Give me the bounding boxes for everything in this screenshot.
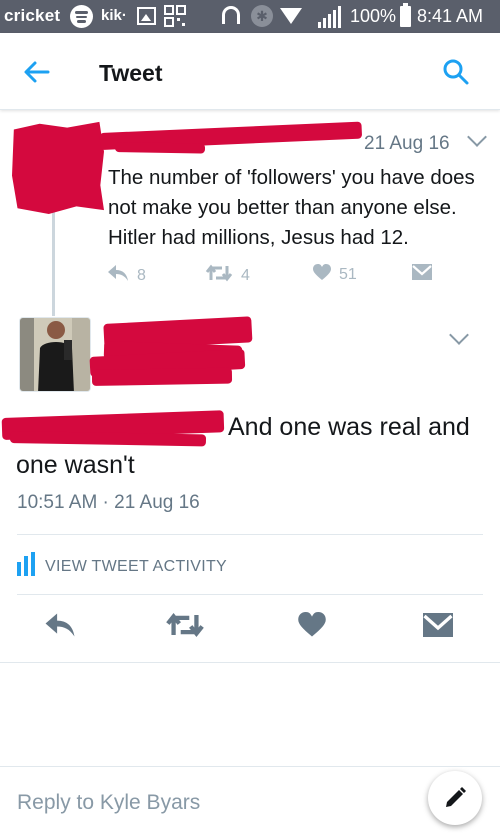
headset-icon [222,6,240,24]
pencil-icon [443,786,467,815]
redacted-handle [91,367,233,386]
divider [0,662,500,663]
bluetooth-icon: ✱ [251,5,273,27]
gallery-icon [137,7,156,25]
reply-bar: Reply to Kyle Byars [0,766,500,833]
signal-icon [318,6,346,28]
reply-count: 8 [137,266,146,284]
qr-code-icon [164,5,186,27]
reply-icon [107,264,129,287]
bar-chart-icon [17,552,37,581]
like-action[interactable]: 51 [313,264,357,286]
retweet-button[interactable] [165,612,205,643]
direct-message-button[interactable] [423,612,453,643]
activity-label: VIEW TWEET ACTIVITY [45,557,228,575]
divider [17,594,483,595]
battery-percent: 100% [350,6,397,26]
back-arrow-icon[interactable] [22,57,52,87]
tweet-date: 21 Aug 16 [364,133,450,154]
compose-button[interactable] [428,771,482,825]
avatar[interactable] [19,317,91,392]
tweet-text-content: And one was real and one wasn't [16,413,470,479]
carrier-label: cricket [4,6,61,25]
tweet-text: The number of 'followers' you have does … [108,166,475,249]
page-title: Tweet [99,60,163,86]
direct-message-action[interactable] [412,264,440,285]
divider [17,534,483,535]
redacted-avatar [12,121,104,214]
reply-input[interactable]: Reply to Kyle Byars [17,791,200,815]
retweet-icon [205,264,233,287]
retweet-count: 4 [241,266,250,284]
status-time: 8:41 AM [417,6,484,26]
like-count: 51 [339,266,357,283]
reply-action[interactable]: 8 [107,264,146,287]
chevron-down-icon[interactable] [449,325,469,345]
redacted-handle [114,142,206,154]
search-icon[interactable] [441,57,471,87]
wifi-icon [280,8,302,24]
heart-icon [313,264,331,286]
tweet-timestamp: 10:51 AM · 21 Aug 16 [17,492,200,513]
view-tweet-activity-button[interactable]: VIEW TWEET ACTIVITY [17,552,227,581]
like-button[interactable] [298,612,326,643]
chevron-down-icon[interactable] [467,127,487,147]
app-header: Tweet [0,33,500,110]
reply-button[interactable] [43,612,77,643]
thread-connector [52,212,55,316]
kik-icon: kik· [101,7,127,24]
battery-icon [400,3,411,27]
status-bar: cricket kik· ✱ 100% 8:41 AM [0,0,500,33]
tweet-text: And one was real and one wasn't [16,408,486,484]
retweet-action[interactable]: 4 [205,264,250,287]
spotify-icon [70,5,93,28]
direct-message-icon [412,264,432,285]
